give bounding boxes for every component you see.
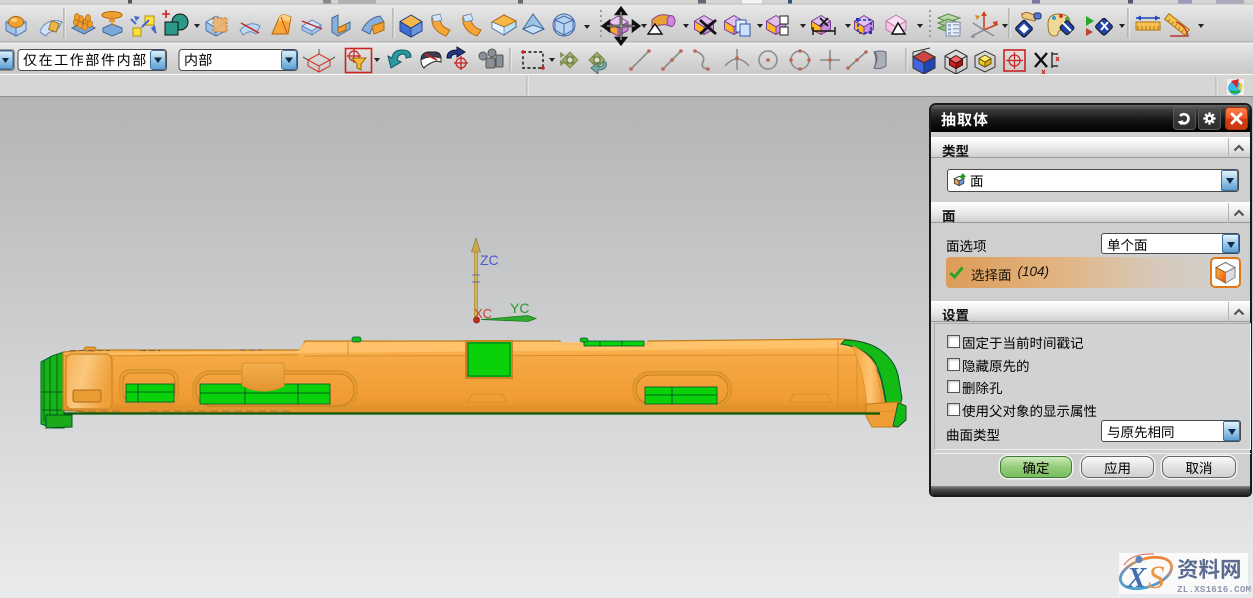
svg-text:ZL.XS1616.COM: ZL.XS1616.COM xyxy=(1177,584,1252,595)
svg-text:XC: XC xyxy=(474,306,492,321)
svg-text:ZC: ZC xyxy=(480,252,499,268)
svg-text:资料网: 资料网 xyxy=(1177,553,1242,584)
svg-text:X: X xyxy=(1126,562,1147,594)
svg-text:仅在工作部件内部: 仅在工作部件内部 xyxy=(23,50,148,70)
svg-text:内部: 内部 xyxy=(184,50,213,70)
svg-text:YC: YC xyxy=(510,300,529,316)
svg-text:S: S xyxy=(1148,560,1165,596)
